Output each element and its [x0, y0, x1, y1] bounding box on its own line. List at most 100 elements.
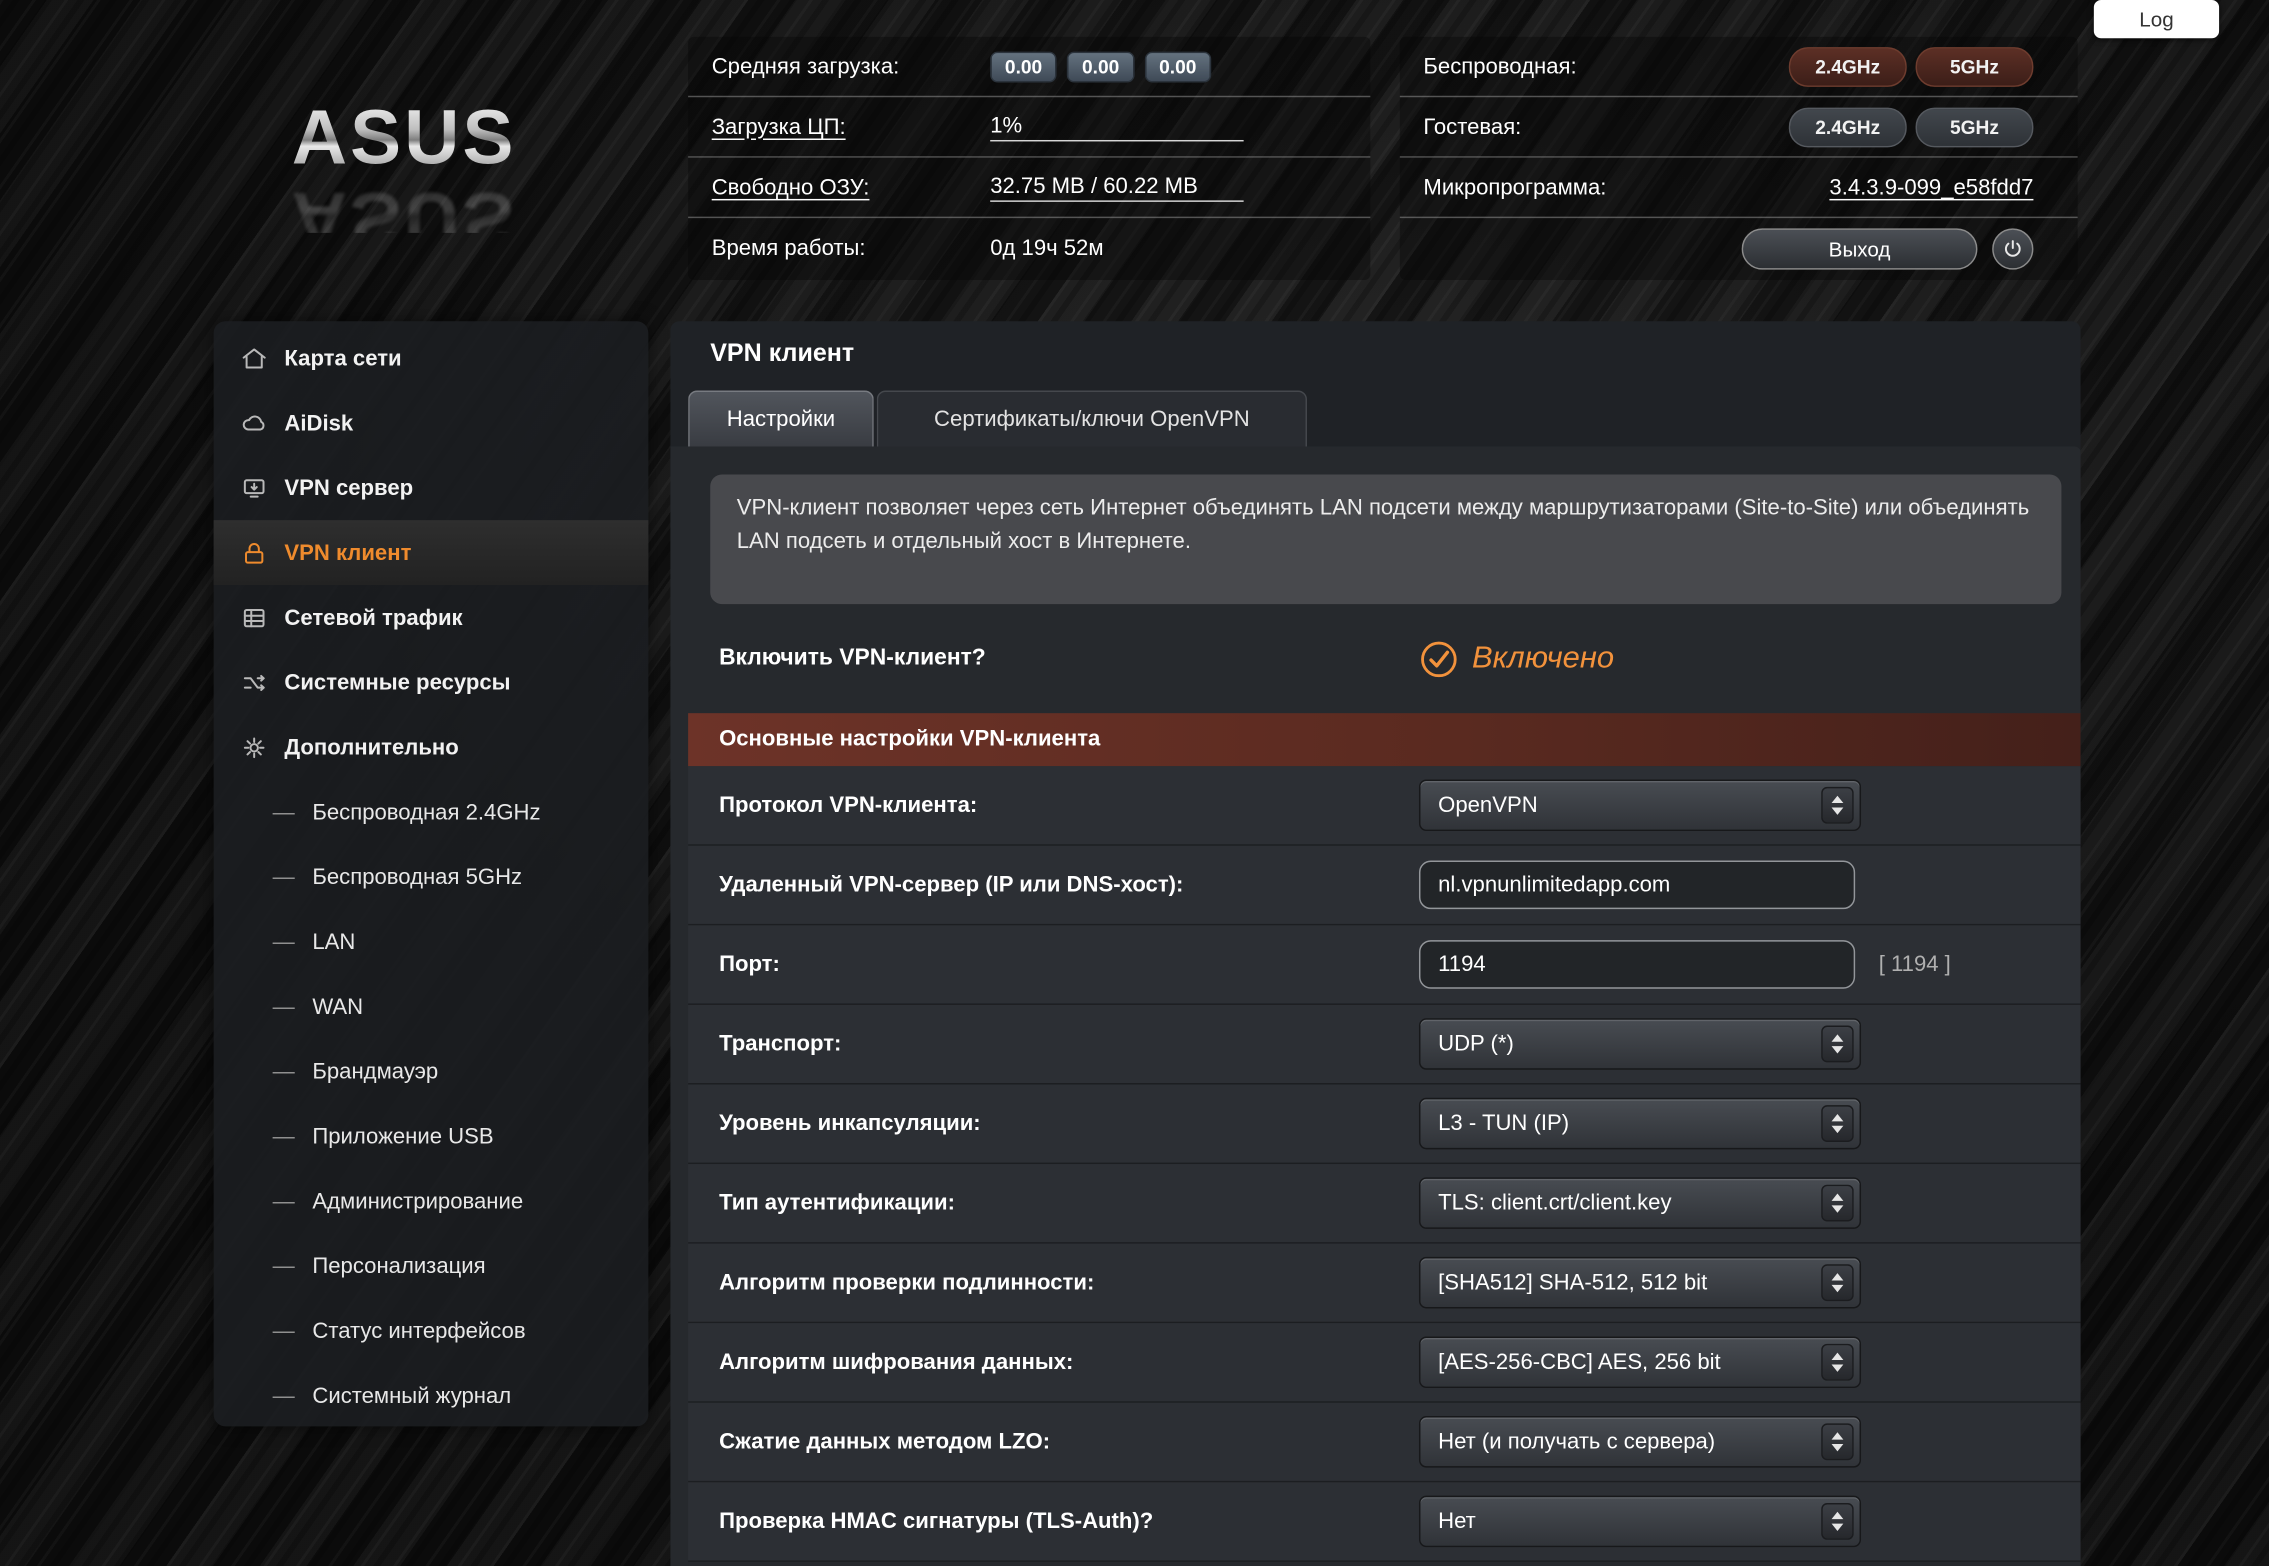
- subitem-bullet: —: [273, 1253, 295, 1278]
- sidebar-item-vpn-server[interactable]: VPN сервер: [214, 455, 649, 520]
- reboot-button[interactable]: [1992, 228, 2033, 269]
- cpu-load-label[interactable]: Загрузка ЦП:: [712, 114, 990, 139]
- field-label: Транспорт:: [688, 1031, 1419, 1056]
- enable-vpn-row: Включить VPN-клиент? Включено: [670, 604, 2080, 713]
- sidebar-item-label: Системные ресурсы: [284, 670, 510, 695]
- settings-table: Протокол VPN-клиента: OpenVPN Удаленный …: [688, 766, 2080, 1562]
- select-arrows-icon: [1821, 787, 1853, 824]
- encapsulation-select[interactable]: L3 - TUN (IP): [1419, 1098, 1861, 1150]
- lock-icon: [239, 538, 268, 567]
- free-ram-value[interactable]: 32.75 MB / 60.22 MB: [990, 173, 1243, 201]
- sidebar-subitem-wireless-5[interactable]: — Беспроводная 5GHz: [214, 844, 649, 909]
- subitem-bullet: —: [273, 799, 295, 824]
- settings-content: VPN-клиент позволяет через сеть Интернет…: [670, 446, 2080, 1566]
- wireless-5ghz-button[interactable]: 5GHz: [1916, 46, 2034, 86]
- row-transport: Транспорт: UDP (*): [688, 1005, 2080, 1085]
- sidebar-subitem-administration[interactable]: — Администрирование: [214, 1168, 649, 1233]
- subitem-bullet: —: [273, 994, 295, 1019]
- sidebar-item-label: AiDisk: [284, 410, 353, 435]
- port-default-hint: [ 1194 ]: [1879, 952, 1951, 977]
- field-label: Алгоритм шифрования данных:: [688, 1350, 1419, 1375]
- row-port: Порт: [ 1194 ]: [688, 925, 2080, 1005]
- sidebar-item-label: Сетевой трафик: [284, 605, 462, 630]
- field-label: Алгоритм проверки подлинности:: [688, 1270, 1419, 1295]
- sidebar-subitem-label: Персонализация: [312, 1253, 485, 1278]
- free-ram-label[interactable]: Свободно ОЗУ:: [712, 175, 990, 200]
- field-label: Проверка HMAC сигнатуры (TLS-Auth)?: [688, 1509, 1419, 1534]
- sidebar-item-network-traffic[interactable]: Сетевой трафик: [214, 585, 649, 650]
- sidebar-subitem-system-log[interactable]: — Системный журнал: [214, 1363, 649, 1428]
- uptime-row: Время работы: 0д 19ч 52м: [688, 218, 1370, 278]
- enable-vpn-toggle[interactable]: Включено: [1419, 639, 1614, 679]
- traffic-table-icon: [239, 603, 268, 632]
- field-label: Удаленный VPN-сервер (IP или DNS-хост):: [688, 872, 1419, 897]
- field-label: Тип аутентификации:: [688, 1191, 1419, 1216]
- logout-button[interactable]: Выход: [1742, 228, 1978, 269]
- advanced-config-row: Расширенная конфигурация OpenVPN: [688, 1562, 2080, 1566]
- sidebar-subitem-lan[interactable]: — LAN: [214, 909, 649, 974]
- row-auth-digest: Алгоритм проверки подлинности: [SHA512] …: [688, 1244, 2080, 1324]
- sidebar-item-aidisk[interactable]: AiDisk: [214, 390, 649, 455]
- protocol-select[interactable]: OpenVPN: [1419, 779, 1861, 831]
- vpn-server-icon: [239, 473, 268, 502]
- shuffle-arrows-icon: [239, 667, 268, 696]
- enable-vpn-status: Включено: [1472, 641, 1614, 676]
- sidebar: Карта сети AiDisk VPN сервер VPN клиент …: [214, 321, 649, 1426]
- sidebar-subitem-personalization[interactable]: — Персонализация: [214, 1233, 649, 1298]
- sidebar-subitem-label: Приложение USB: [312, 1124, 493, 1149]
- lzo-select[interactable]: Нет (и получать с сервера): [1419, 1416, 1861, 1468]
- sidebar-subitem-label: Беспроводная 2.4GHz: [312, 799, 540, 824]
- tab-settings[interactable]: Настройки: [688, 390, 874, 446]
- tls-auth-select[interactable]: Нет: [1419, 1496, 1861, 1548]
- auth-digest-select[interactable]: [SHA512] SHA-512, 512 bit: [1419, 1257, 1861, 1309]
- guest-label: Гостевая:: [1423, 114, 1701, 139]
- transport-select[interactable]: UDP (*): [1419, 1018, 1861, 1070]
- load-average-badge: 0.00: [1067, 51, 1134, 82]
- sidebar-subitem-interface-status[interactable]: — Статус интерфейсов: [214, 1298, 649, 1363]
- subitem-bullet: —: [273, 1383, 295, 1408]
- row-server-address: Удаленный VPN-сервер (IP или DNS-хост):: [688, 846, 2080, 926]
- sidebar-subitem-label: Системный журнал: [312, 1383, 511, 1408]
- log-button[interactable]: Log: [2094, 0, 2219, 38]
- load-average-values: 0.00 0.00 0.00: [990, 51, 1211, 82]
- firmware-row: Микропрограмма: 3.4.3.9-099_e58fdd7: [1400, 158, 2078, 218]
- server-address-input[interactable]: [1419, 861, 1855, 910]
- sidebar-subitem-wireless-24[interactable]: — Беспроводная 2.4GHz: [214, 779, 649, 844]
- sidebar-subitem-label: Администрирование: [312, 1188, 523, 1213]
- wireless-label: Беспроводная:: [1423, 54, 1701, 79]
- wireless-24ghz-button[interactable]: 2.4GHz: [1789, 46, 1907, 86]
- section-header-basic-settings: Основные настройки VPN-клиента: [688, 713, 2080, 766]
- sidebar-item-vpn-client[interactable]: VPN клиент: [214, 520, 649, 585]
- sidebar-subitem-usb-app[interactable]: — Приложение USB: [214, 1104, 649, 1169]
- sidebar-item-system-resources[interactable]: Системные ресурсы: [214, 650, 649, 715]
- wireless-status-panel: Беспроводная: 2.4GHz 5GHz Гостевая: 2.4G…: [1400, 37, 2078, 280]
- sidebar-item-advanced[interactable]: Дополнительно: [214, 715, 649, 780]
- cipher-select[interactable]: [AES-256-CBC] AES, 256 bit: [1419, 1336, 1861, 1388]
- subitem-bullet: —: [273, 929, 295, 954]
- check-circle-icon: [1419, 639, 1459, 679]
- sidebar-subitem-wan[interactable]: — WAN: [214, 974, 649, 1039]
- row-cipher: Алгоритм шифрования данных: [AES-256-CBC…: [688, 1323, 2080, 1403]
- select-arrows-icon: [1821, 1185, 1853, 1222]
- row-lzo-compression: Сжатие данных методом LZO: Нет (и получа…: [688, 1403, 2080, 1483]
- sidebar-item-label: Дополнительно: [284, 735, 458, 760]
- field-label: Протокол VPN-клиента:: [688, 793, 1419, 818]
- main-panel: VPN клиент Настройки Сертификаты/ключи O…: [670, 321, 2080, 1566]
- subitem-bullet: —: [273, 864, 295, 889]
- guest-5ghz-button[interactable]: 5GHz: [1916, 107, 2034, 147]
- subitem-bullet: —: [273, 1188, 295, 1213]
- home-icon: [239, 343, 268, 372]
- load-average-label: Средняя загрузка:: [712, 54, 990, 79]
- firmware-version-link[interactable]: 3.4.3.9-099_e58fdd7: [1829, 175, 2033, 200]
- sidebar-subitem-firewall[interactable]: — Брандмауэр: [214, 1039, 649, 1104]
- sidebar-item-network-map[interactable]: Карта сети: [214, 326, 649, 391]
- field-label: Сжатие данных методом LZO:: [688, 1429, 1419, 1454]
- guest-24ghz-button[interactable]: 2.4GHz: [1789, 107, 1907, 147]
- sidebar-subitem-label: Статус интерфейсов: [312, 1318, 525, 1343]
- cpu-load-value[interactable]: 1%: [990, 113, 1243, 141]
- port-input[interactable]: [1419, 940, 1855, 989]
- auth-type-select[interactable]: TLS: client.crt/client.key: [1419, 1177, 1861, 1229]
- tab-openvpn-certs[interactable]: Сертификаты/ключи OpenVPN: [877, 390, 1307, 446]
- subitem-bullet: —: [273, 1124, 295, 1149]
- sidebar-subitem-label: Брандмауэр: [312, 1059, 438, 1084]
